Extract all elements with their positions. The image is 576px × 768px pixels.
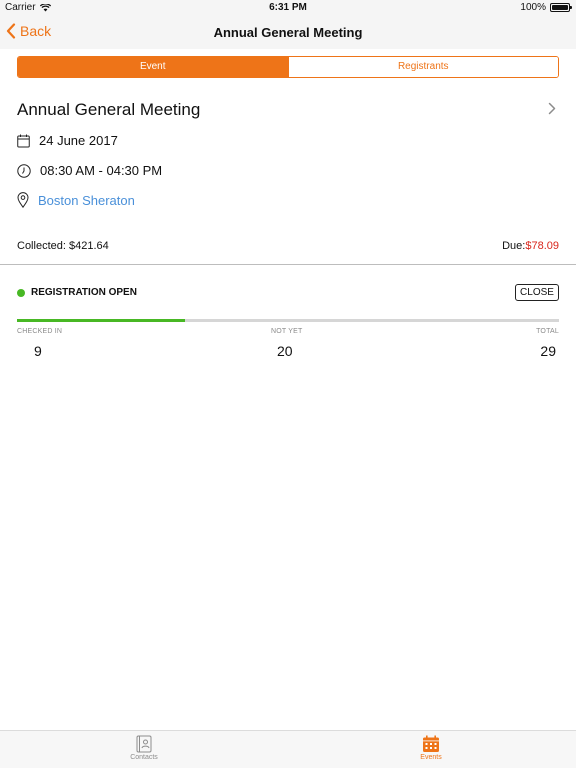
event-time-row: 08:30 AM - 04:30 PM bbox=[17, 163, 162, 178]
battery-icon bbox=[550, 3, 572, 12]
tab-registrants[interactable]: Registrants bbox=[287, 57, 558, 77]
not-yet-label: NOT YET bbox=[271, 328, 303, 335]
total-label: TOTAL bbox=[536, 328, 559, 335]
events-calendar-icon bbox=[423, 735, 439, 752]
event-title[interactable]: Annual General Meeting bbox=[17, 100, 200, 120]
divider bbox=[0, 264, 576, 265]
chevron-right-icon[interactable] bbox=[548, 102, 556, 115]
total-value: 29 bbox=[540, 343, 556, 359]
checked-in-value: 9 bbox=[34, 343, 42, 359]
checkin-progress-fill bbox=[17, 319, 186, 322]
close-registration-button[interactable]: CLOSE bbox=[515, 284, 559, 301]
page-title: Annual General Meeting bbox=[213, 25, 363, 40]
registration-status-label: REGISTRATION OPEN bbox=[31, 287, 137, 298]
status-time: 6:31 PM bbox=[269, 2, 307, 13]
due-value: $78.09 bbox=[525, 240, 559, 252]
collected-value: $421.64 bbox=[68, 240, 109, 252]
event-venue-row: Boston Sheraton bbox=[17, 192, 135, 208]
checked-in-label: CHECKED IN bbox=[17, 328, 63, 335]
nav-bar: Back Annual General Meeting bbox=[0, 16, 576, 49]
contacts-book-icon bbox=[136, 735, 152, 753]
location-pin-icon bbox=[17, 192, 29, 208]
tab-events-label: Events bbox=[420, 754, 442, 761]
battery-level bbox=[552, 5, 568, 10]
tab-bar: Contacts Events bbox=[0, 730, 576, 768]
status-right: 100% bbox=[520, 2, 572, 13]
not-yet-value: 20 bbox=[277, 343, 293, 359]
due-label: Due: bbox=[502, 240, 526, 252]
event-date: 24 June 2017 bbox=[39, 133, 118, 148]
segmented-control: Event Registrants bbox=[17, 56, 559, 78]
event-time: 08:30 AM - 04:30 PM bbox=[40, 163, 163, 178]
calendar-icon bbox=[17, 134, 30, 147]
registration-status: REGISTRATION OPEN bbox=[17, 287, 137, 298]
tab-event[interactable]: Event bbox=[18, 57, 288, 77]
checkin-progress-bar bbox=[17, 319, 559, 322]
tab-events[interactable]: Events bbox=[401, 735, 461, 761]
tab-contacts-label: Contacts bbox=[130, 754, 158, 761]
status-dot bbox=[17, 288, 25, 297]
due-amount: Due:$78.09 bbox=[502, 240, 559, 252]
collected-amount: Collected: $421.64 bbox=[17, 240, 109, 252]
status-bar: Carrier 6:31 PM 100% bbox=[0, 0, 576, 16]
clock-icon bbox=[17, 163, 31, 178]
event-date-row: 24 June 2017 bbox=[17, 133, 118, 148]
tab-contacts[interactable]: Contacts bbox=[114, 735, 174, 761]
collected-label: Collected: bbox=[17, 240, 66, 252]
venue-link[interactable]: Boston Sheraton bbox=[38, 193, 135, 208]
battery-percent: 100% bbox=[520, 2, 546, 13]
